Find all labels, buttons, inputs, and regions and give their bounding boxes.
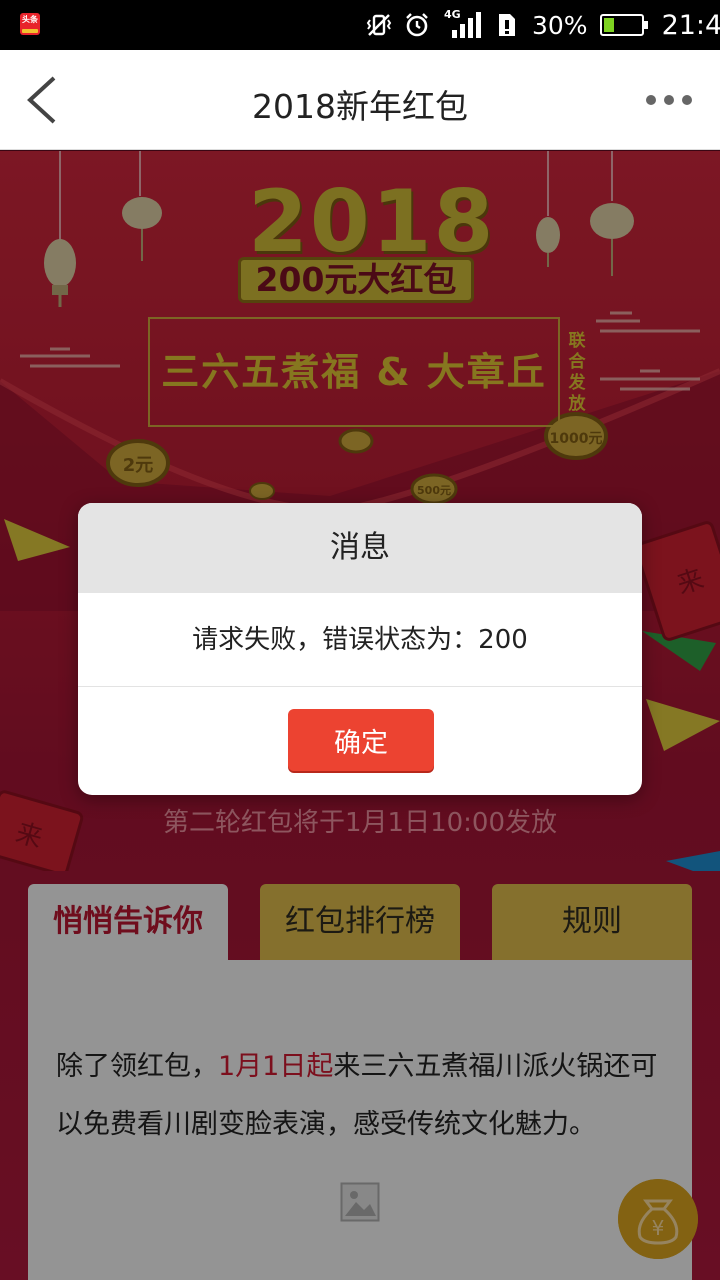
cellular-signal-icon: 4G xyxy=(442,8,482,40)
more-dot-icon xyxy=(646,95,656,105)
dialog-message: 请求失败，错误状态为：200 xyxy=(78,593,642,687)
sim-alert-icon xyxy=(499,14,515,36)
more-dot-icon xyxy=(682,95,692,105)
more-dot-icon xyxy=(664,95,674,105)
toutiao-app-icon: 头条 xyxy=(20,13,40,35)
confirm-button[interactable]: 确定 xyxy=(288,709,434,771)
page-title: 2018新年红包 xyxy=(252,87,468,126)
battery-icon xyxy=(599,14,648,36)
status-bar: 头条 4G 30% 21:46 xyxy=(0,0,720,50)
more-options-button[interactable] xyxy=(646,90,696,110)
message-dialog: 消息 请求失败，错误状态为：200 确定 xyxy=(78,503,642,795)
status-time: 21:46 xyxy=(661,9,720,41)
battery-level xyxy=(603,18,615,32)
battery-percent: 30% xyxy=(532,10,588,40)
title-bar: 2018新年红包 xyxy=(0,50,720,150)
vibrate-off-icon xyxy=(366,14,392,36)
status-icons: 4G 30% 21:46 xyxy=(366,8,720,41)
dialog-title: 消息 xyxy=(78,503,642,593)
alarm-icon xyxy=(406,13,428,37)
